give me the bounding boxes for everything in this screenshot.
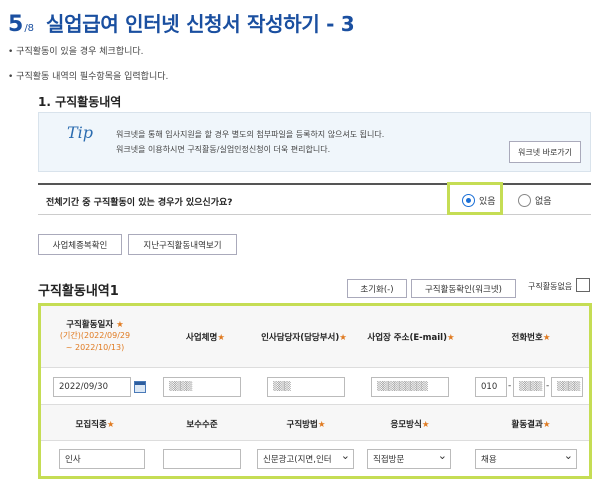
header-result: 활동결과★ (511, 420, 551, 430)
header-date: 구직활동일자 ★ (기간)(2022/09/29 ~ 2022/10/13) (59, 320, 131, 352)
no-activity-checkbox[interactable] (576, 278, 590, 292)
page-title: 5 /8 실업급여 인터넷 신청서 작성하기 - 3 (8, 8, 355, 37)
apply-select[interactable]: 직접방문 (367, 449, 451, 469)
phone-input-1[interactable]: 010 (475, 377, 507, 397)
header-company: 사업체명★ (186, 333, 225, 343)
business-check-button[interactable]: 사업체종복확인 (38, 234, 122, 255)
hr-input[interactable]: ▒▒▒ (267, 377, 345, 397)
radio-no[interactable]: 없음 (518, 194, 552, 207)
tip-label: Tip (67, 123, 94, 142)
header-job: 모집직종★ (75, 420, 115, 430)
header-hr: 인사담당자(담당부서)★ (261, 333, 347, 343)
company-input[interactable]: ▒▒▒▒ (163, 377, 241, 397)
radio-no-circle[interactable] (518, 194, 531, 207)
title-text: 실업급여 인터넷 신청서 작성하기 - 3 (46, 12, 355, 36)
instruction-1: • 구직활동이 있을 경우 체크합니다. (8, 47, 144, 57)
header-salary: 보수수준 (186, 420, 218, 430)
worknet-check-button[interactable]: 구직활동확인(워크넷) (411, 279, 516, 298)
step-number: 5 (8, 12, 24, 37)
activity-heading: 구직활동내역1 (38, 284, 119, 299)
data-row-2: 인사 신문광고(지면,인터 직접방문 채용 (41, 441, 589, 476)
radio-no-label: 없음 (535, 197, 552, 207)
header-row-1: 구직활동일자 ★ (기간)(2022/09/29 ~ 2022/10/13) 사… (41, 306, 589, 368)
email-input[interactable]: ▒▒▒▒▒▒▒▒▒ (371, 377, 449, 397)
tip-line-1: 워크넷을 통해 입사지원을 할 경우 별도의 첨부파일을 등록하지 않으셔도 됩… (116, 130, 385, 139)
reset-button[interactable]: 초기화(-) (347, 279, 407, 298)
data-row-1: 2022/09/30 ▒▒▒▒ ▒▒▒ ▒▒▒▒▒▒▒▒▒ 010 - ▒▒▒▒… (41, 368, 589, 405)
tip-box: Tip 워크넷을 통해 입사지원을 할 경우 별도의 첨부파일을 등록하지 않으… (38, 112, 591, 172)
date-range-note-1: (기간)(2022/09/29 (59, 331, 131, 340)
header-email: 사업장 주소(E-mail)★ (367, 333, 455, 343)
date-input[interactable]: 2022/09/30 (53, 377, 131, 397)
date-range-note-2: ~ 2022/10/13) (65, 343, 125, 352)
radio-yes-label: 있음 (479, 197, 496, 207)
radio-yes-circle[interactable] (462, 194, 475, 207)
phone-input-2[interactable]: ▒▒▒▒ (513, 377, 545, 397)
no-activity-label: 구직활동없음 (528, 282, 573, 291)
worknet-shortcut-button[interactable]: 워크넷 바로가기 (509, 141, 581, 163)
tip-line-2: 워크넷을 이용하시면 구직활동/실업인정신청이 더욱 편리합니다. (116, 145, 331, 154)
step-total: /8 (24, 23, 35, 34)
salary-input[interactable] (163, 449, 241, 469)
method-select[interactable]: 신문광고(지면,인터 (257, 449, 354, 469)
section-heading: 1. 구직활동내역 (38, 95, 122, 109)
past-history-button[interactable]: 지난구직활동내역보기 (128, 234, 237, 255)
activity-question-row: 전체기간 중 구직활동이 있는 경우가 있으신가요? 있음 없음 (38, 182, 591, 215)
header-method: 구직방법★ (286, 420, 326, 430)
header-row-2: 모집직종★ 보수수준 구직방법★ 응모방식★ 활동결과★ (41, 405, 589, 441)
header-apply: 응모방식★ (390, 420, 430, 430)
calendar-icon[interactable] (134, 381, 146, 393)
phone-input-3[interactable]: ▒▒▒▒ (551, 377, 583, 397)
activity-table: 구직활동일자 ★ (기간)(2022/09/29 ~ 2022/10/13) 사… (38, 303, 592, 479)
instruction-2: • 구직활동 내역의 필수항목을 입력합니다. (8, 72, 169, 82)
result-select[interactable]: 채용 (475, 449, 577, 469)
job-input[interactable]: 인사 (59, 449, 145, 469)
question-text: 전체기간 중 구직활동이 있는 경우가 있으신가요? (46, 198, 233, 208)
header-phone: 전화번호★ (511, 333, 551, 343)
radio-yes[interactable]: 있음 (462, 194, 496, 207)
